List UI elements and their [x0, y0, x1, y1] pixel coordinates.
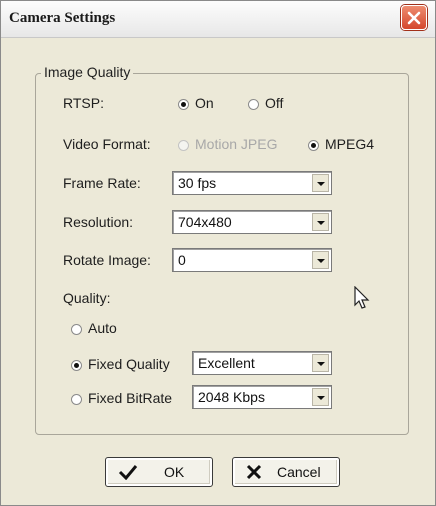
close-icon	[407, 11, 421, 25]
fixed-bitrate-select[interactable]: 2048 Kbps	[192, 385, 332, 409]
frame-rate-label: Frame Rate:	[63, 175, 141, 191]
chevron-down-icon[interactable]	[312, 388, 329, 406]
rtsp-label: RTSP:	[63, 95, 104, 111]
mpeg4-radio[interactable]	[308, 140, 319, 151]
checkmark-icon	[118, 465, 138, 480]
auto-label[interactable]: Auto	[88, 320, 117, 336]
fixed-quality-value: Excellent	[198, 355, 255, 371]
ok-label: OK	[164, 464, 185, 480]
window-title: Camera Settings	[9, 10, 116, 26]
motion-jpeg-label: Motion JPEG	[195, 136, 278, 152]
chevron-down-icon[interactable]	[312, 354, 329, 372]
title-bar[interactable]: Camera Settings	[1, 1, 435, 38]
rotate-image-value: 0	[178, 252, 186, 268]
frame-rate-select[interactable]: 30 fps	[172, 171, 332, 195]
rtsp-off-label[interactable]: Off	[265, 95, 283, 111]
cancel-label: Cancel	[277, 464, 321, 480]
group-title: Image Quality	[41, 64, 134, 80]
rotate-image-select[interactable]: 0	[172, 248, 332, 272]
ok-button[interactable]: OK	[105, 457, 213, 487]
fixed-bitrate-radio[interactable]	[71, 394, 82, 405]
chevron-down-icon[interactable]	[312, 251, 329, 269]
resolution-select[interactable]: 704x480	[172, 210, 332, 234]
fixed-quality-radio[interactable]	[71, 360, 82, 371]
rtsp-on-radio[interactable]	[178, 99, 189, 110]
rotate-image-label: Rotate Image:	[63, 252, 151, 268]
fixed-bitrate-label[interactable]: Fixed BitRate	[88, 390, 172, 406]
camera-settings-dialog: Camera Settings Image Quality RTSP: On O…	[0, 0, 436, 506]
close-button[interactable]	[401, 5, 427, 30]
rtsp-on-label[interactable]: On	[195, 95, 214, 111]
chevron-down-icon[interactable]	[312, 174, 329, 192]
cancel-button[interactable]: Cancel	[232, 457, 340, 487]
mpeg4-label[interactable]: MPEG4	[325, 136, 374, 152]
quality-label: Quality:	[63, 290, 111, 306]
auto-radio[interactable]	[71, 324, 82, 335]
fixed-bitrate-value: 2048 Kbps	[198, 389, 265, 405]
fixed-quality-label[interactable]: Fixed Quality	[88, 356, 170, 372]
mouse-pointer-icon	[354, 286, 370, 309]
resolution-value: 704x480	[178, 214, 232, 230]
fixed-quality-select[interactable]: Excellent	[192, 351, 332, 375]
frame-rate-value: 30 fps	[178, 175, 217, 191]
rtsp-off-radio[interactable]	[248, 99, 259, 110]
chevron-down-icon[interactable]	[312, 213, 329, 231]
video-format-label: Video Format:	[63, 136, 151, 152]
x-mark-icon	[246, 464, 262, 480]
resolution-label: Resolution:	[63, 214, 134, 230]
motion-jpeg-radio	[178, 140, 189, 151]
